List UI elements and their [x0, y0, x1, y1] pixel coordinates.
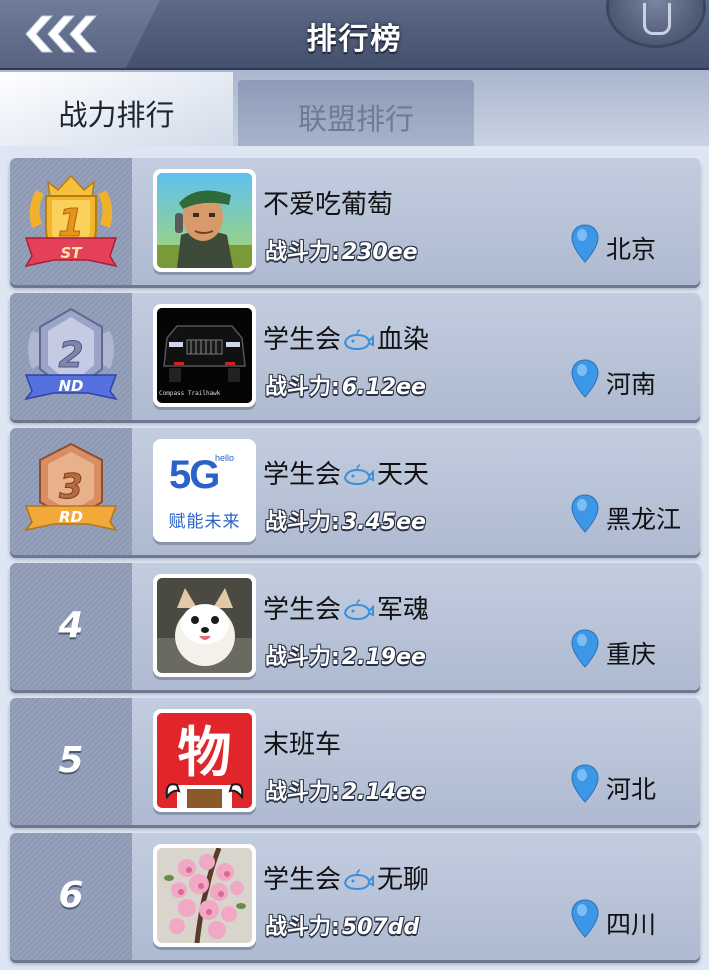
tab-label: 联盟排行: [297, 102, 414, 136]
tab-label: 战力排行: [58, 98, 175, 132]
ranking-row[interactable]: 1 ST 不爱吃葡萄 战斗力:230ee 北京: [10, 158, 700, 285]
ranking-row[interactable]: 4 学生会 军魂 战斗力:2.19ee 重庆: [10, 563, 700, 690]
tab-alliance-ranking[interactable]: 联盟排行: [238, 80, 474, 146]
city-name: 河南: [606, 370, 657, 399]
city-name: 四川: [606, 910, 657, 939]
combat-power: 战斗力:2.19ee: [265, 645, 426, 670]
avatar-small-text: hello: [215, 453, 235, 463]
avatar-caption: 赋能未来: [168, 512, 241, 532]
soldier-avatar: [157, 173, 252, 268]
player-name: 末班车: [263, 730, 342, 760]
combat-power: 战斗力:230ee: [265, 240, 418, 265]
page-title: 排行榜: [306, 22, 403, 57]
whale-icon: [343, 599, 375, 621]
avatar-logo: 5G: [169, 453, 220, 497]
city-name: 黑龙江: [606, 505, 682, 534]
rank-cell: 6: [10, 833, 132, 960]
medal-number: 3: [59, 467, 83, 507]
location-pin-icon: [571, 494, 599, 533]
rank-cell: 2 ND: [10, 293, 132, 420]
combat-power: 战斗力:2.14ee: [265, 780, 426, 805]
ranking-row[interactable]: 3 RD 5G hello 赋能未来 学生会 天天 战斗力:3.45ee 黑龙江: [10, 428, 700, 555]
player-name: 学生会 天天: [263, 460, 430, 490]
jeep-avatar: Compass Trailhawk: [157, 308, 252, 403]
tab-power-ranking[interactable]: 战力排行: [0, 72, 233, 146]
combat-power: 战斗力:507dd: [265, 915, 420, 940]
ranking-row[interactable]: 2 ND Compass Trailhawk 学生会 血染 战斗力:6.12ee…: [10, 293, 700, 420]
player-avatar-frame[interactable]: 物: [153, 709, 256, 812]
rank-cell: 4: [10, 563, 132, 690]
combat-power: 战斗力:3.45ee: [265, 510, 426, 535]
city-name: 重庆: [606, 640, 657, 669]
location-pin-icon: [571, 764, 599, 803]
player-avatar-frame[interactable]: Compass Trailhawk: [153, 304, 256, 407]
combat-power: 战斗力:6.12ee: [265, 375, 426, 400]
wu-avatar: 物: [157, 713, 252, 808]
location-pin-icon: [571, 224, 599, 263]
ranking-row[interactable]: 5 物 末班车 战斗力:2.14ee 河北: [10, 698, 700, 825]
player-avatar-frame[interactable]: [153, 169, 256, 272]
location-pin-icon: [571, 899, 599, 938]
rank-number: 5: [58, 740, 84, 781]
location-pin-icon: [571, 629, 599, 668]
rank-cell: 3 RD: [10, 428, 132, 555]
top-bar: 排行榜: [0, 0, 709, 70]
medal-suffix: RD: [59, 508, 83, 526]
rank-cell: 1 ST: [10, 158, 132, 285]
dog-avatar: [157, 578, 252, 673]
whale-icon: [343, 869, 375, 891]
location-pin-icon: [571, 359, 599, 398]
silver-medal-icon: 2 ND: [24, 307, 118, 401]
whale-icon: [343, 329, 375, 351]
tab-bar: 战力排行 联盟排行: [0, 70, 709, 146]
medal-number: 2: [58, 335, 83, 376]
player-avatar-frame[interactable]: [153, 844, 256, 947]
5g-avatar: 5G hello 赋能未来: [157, 443, 252, 538]
gold-medal-icon: 1 ST: [24, 174, 118, 268]
rank-cell: 5: [10, 698, 132, 825]
player-avatar-frame[interactable]: 5G hello 赋能未来: [153, 439, 256, 542]
player-name: 学生会 军魂: [263, 595, 430, 625]
avatar-logo: 物: [177, 721, 232, 784]
player-avatar-frame[interactable]: [153, 574, 256, 677]
rank-number: 6: [58, 875, 84, 916]
player-name: 不爱吃葡萄: [263, 190, 394, 220]
city-name: 北京: [606, 235, 657, 264]
avatar-caption: Compass Trailhawk: [159, 390, 221, 397]
whale-icon: [343, 464, 375, 486]
medal-suffix: ST: [60, 244, 83, 262]
ranking-row[interactable]: 6 学生会 无聊 战斗力:507dd 四川: [10, 833, 700, 960]
player-name: 学生会 血染: [263, 325, 430, 355]
city-name: 河北: [606, 775, 657, 804]
flowers-avatar: [157, 848, 252, 943]
player-name: 学生会 无聊: [263, 865, 430, 895]
rank-number: 4: [58, 605, 84, 646]
bronze-medal-icon: 3 RD: [24, 442, 118, 532]
medal-suffix: ND: [58, 377, 83, 395]
bag-icon: [643, 3, 671, 35]
